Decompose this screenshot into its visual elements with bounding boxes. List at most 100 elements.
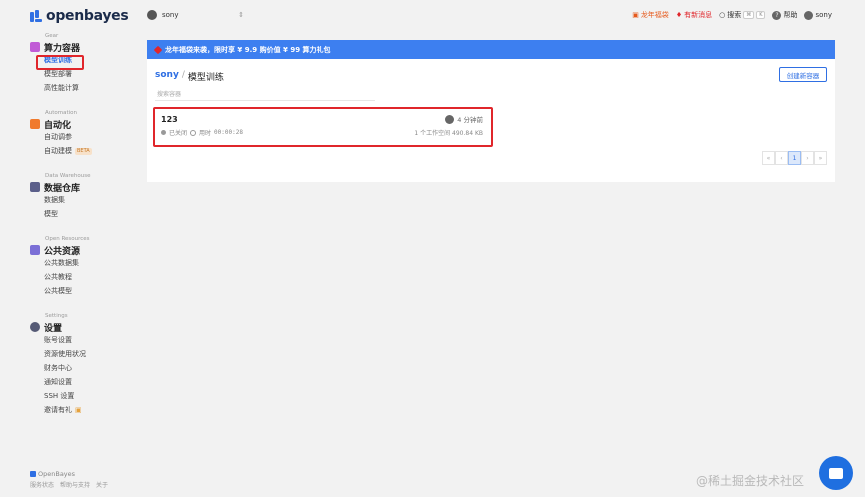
sidebar-item-auto-model[interactable]: 自动建模 BETA bbox=[30, 144, 92, 158]
logo[interactable]: openbayes bbox=[30, 8, 129, 24]
promo-label: 龙年福袋 bbox=[640, 11, 669, 19]
database-icon bbox=[30, 182, 40, 192]
shortcut-key: K bbox=[756, 11, 766, 19]
footer-brand-name: OpenBayes bbox=[38, 470, 76, 478]
section-title: 算力容器 bbox=[44, 43, 81, 54]
shortcut-cmd: ⌘ bbox=[743, 11, 755, 19]
avatar bbox=[147, 10, 157, 20]
sidebar-item-models[interactable]: 模型 bbox=[30, 207, 90, 221]
gift-icon: ▣ bbox=[632, 11, 639, 19]
status-text: 已关闭 bbox=[169, 130, 188, 137]
sidebar-item-public-datasets[interactable]: 公共数据集 bbox=[30, 256, 90, 270]
breadcrumb-separator: / bbox=[181, 70, 185, 80]
section-title: 数据仓库 bbox=[44, 183, 81, 194]
footer-links: 服务状态 帮助与支持 关于 bbox=[30, 480, 108, 489]
breadcrumb: sony / 模型训练 bbox=[155, 70, 224, 83]
search-button[interactable]: ○ 搜索 ⌘ K bbox=[719, 10, 766, 20]
beta-badge: BETA bbox=[75, 147, 92, 155]
page-title: 模型训练 bbox=[187, 73, 224, 83]
sidebar-item-usage[interactable]: 资源使用状况 bbox=[30, 347, 86, 361]
section-automation: Automation 自动化 自动调参 自动建模 BETA bbox=[30, 110, 92, 158]
watermark: @稀土掘金技术社区 bbox=[696, 474, 805, 488]
footer-link-about[interactable]: 关于 bbox=[96, 480, 108, 489]
page-last-button[interactable]: » bbox=[814, 151, 827, 165]
section-header[interactable]: 设置 bbox=[30, 321, 86, 334]
openbayes-small-icon bbox=[30, 471, 36, 477]
sidebar-item-datasets[interactable]: 数据集 bbox=[30, 193, 90, 207]
main-panel: sony / 模型训练 创建新容器 搜索容器 123 已关闭 用时 00:00:… bbox=[147, 59, 835, 182]
highlight-box bbox=[36, 55, 84, 70]
sidebar-item-invite[interactable]: 邀请有礼 ▣ bbox=[30, 403, 86, 417]
question-icon: ? bbox=[772, 10, 782, 20]
chevron-updown-icon: ⇕ bbox=[238, 11, 244, 19]
help-label: 帮助 bbox=[783, 11, 798, 19]
page-first-button[interactable]: « bbox=[762, 151, 775, 165]
workspace-size: 490.84 KB bbox=[452, 130, 483, 137]
workspace-selector[interactable]: sony ⇕ bbox=[147, 10, 244, 20]
sidebar-item-public-models[interactable]: 公共模型 bbox=[30, 284, 90, 298]
footer-link-status[interactable]: 服务状态 bbox=[30, 480, 54, 489]
nav-label: 邀请有礼 bbox=[44, 406, 72, 414]
container-name: 123 bbox=[161, 115, 178, 124]
user-avatar-icon bbox=[804, 10, 814, 20]
page-current-button[interactable]: 1 bbox=[788, 151, 801, 165]
sidebar-item-auto-tune[interactable]: 自动调参 bbox=[30, 130, 92, 144]
footer-brand: OpenBayes bbox=[30, 470, 75, 478]
section-header[interactable]: 自动化 bbox=[30, 118, 92, 131]
sidebar-item-ssh[interactable]: SSH 设置 bbox=[30, 389, 86, 403]
workspace-count: 1 个工作空间 bbox=[414, 130, 451, 137]
breadcrumb-workspace[interactable]: sony bbox=[155, 70, 179, 83]
topbar-actions: ▣ 龙年福袋 ♦ 有新消息 ○ 搜索 ⌘ K ? 帮助 sony bbox=[632, 10, 832, 20]
section-header[interactable]: 数据仓库 bbox=[30, 181, 90, 194]
section-header[interactable]: 公共资源 bbox=[30, 244, 90, 257]
user-icon bbox=[445, 114, 455, 124]
nav-label: 自动建模 bbox=[44, 147, 72, 155]
gear-icon bbox=[30, 322, 40, 332]
automation-icon bbox=[30, 119, 40, 129]
section-open-resources: Open Resources 公共资源 公共数据集 公共教程 公共模型 bbox=[30, 236, 90, 298]
public-resources-icon bbox=[30, 245, 40, 255]
sidebar-item-hpc[interactable]: 高性能计算 bbox=[30, 81, 80, 95]
status-dot-icon bbox=[161, 130, 166, 135]
sidebar-item-account[interactable]: 账号设置 bbox=[30, 333, 86, 347]
cube-icon bbox=[30, 42, 40, 52]
news-link[interactable]: ♦ 有新消息 bbox=[676, 10, 712, 20]
container-updated: 4 分钟前 bbox=[445, 114, 483, 124]
help-link[interactable]: ? 帮助 bbox=[772, 10, 797, 20]
sidebar-item-public-tutorials[interactable]: 公共教程 bbox=[30, 270, 90, 284]
search-label: 搜索 bbox=[727, 11, 742, 19]
search-icon: ○ bbox=[719, 11, 726, 19]
create-container-button[interactable]: 创建新容器 bbox=[779, 67, 827, 82]
gift-icon: ▣ bbox=[75, 406, 82, 414]
user-menu[interactable]: sony bbox=[804, 10, 832, 20]
openbayes-logo-icon bbox=[30, 10, 42, 22]
sidebar-item-finance[interactable]: 财务中心 bbox=[30, 361, 86, 375]
search-input[interactable]: 搜索容器 bbox=[155, 89, 375, 101]
news-label: 有新消息 bbox=[684, 11, 713, 19]
chat-support-button[interactable] bbox=[819, 456, 853, 490]
container-summary: 1 个工作空间 490.84 KB bbox=[414, 128, 483, 137]
section-header[interactable]: 算力容器 bbox=[30, 41, 81, 54]
promo-banner[interactable]: 龙年福袋来袭，限时享 ¥ 9.9 购价值 ¥ 99 算力礼包 bbox=[147, 40, 835, 59]
page-next-button[interactable]: › bbox=[801, 151, 814, 165]
clock-icon bbox=[190, 129, 197, 136]
runtime-label: 用时 bbox=[199, 130, 212, 137]
updated-time: 4 分钟前 bbox=[457, 116, 483, 124]
banner-text: 龙年福袋来袭，限时享 ¥ 9.9 购价值 ¥ 99 算力礼包 bbox=[165, 45, 331, 54]
workspace-name: sony bbox=[162, 11, 179, 19]
pagination: « ‹ 1 › » bbox=[762, 151, 827, 165]
sidebar: openbayes Gear 算力容器 模型训练 模型部署 高性能计算 Auto… bbox=[0, 0, 140, 497]
container-card[interactable]: 123 已关闭 用时 00:00:28 4 分钟前 1 个工作空间 490.84… bbox=[153, 107, 493, 147]
section-data-warehouse: Data Warehouse 数据仓库 数据集 模型 bbox=[30, 173, 90, 221]
brand-name: openbayes bbox=[46, 8, 129, 24]
sidebar-item-notifications[interactable]: 通知设置 bbox=[30, 375, 86, 389]
bell-icon: ♦ bbox=[675, 11, 683, 19]
page-prev-button[interactable]: ‹ bbox=[775, 151, 788, 165]
container-status: 已关闭 用时 00:00:28 bbox=[161, 128, 243, 137]
dragon-icon bbox=[153, 45, 163, 54]
promo-link[interactable]: ▣ 龙年福袋 bbox=[632, 10, 669, 20]
user-name: sony bbox=[815, 11, 832, 19]
section-title: 自动化 bbox=[44, 120, 72, 131]
runtime-value: 00:00:28 bbox=[214, 129, 243, 136]
footer-link-help[interactable]: 帮助与支持 bbox=[60, 480, 90, 489]
